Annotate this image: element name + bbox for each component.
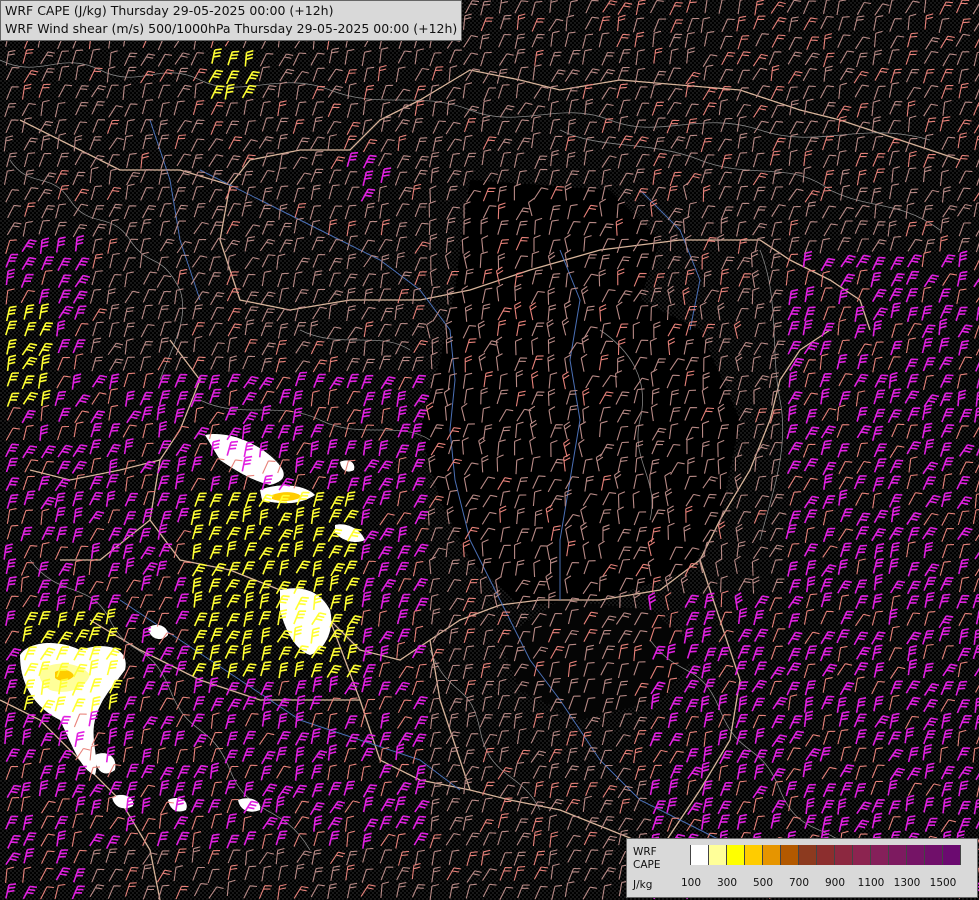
legend-swatch (673, 845, 691, 865)
map-title-box: WRF CAPE (J/kg) Thursday 29-05-2025 00:0… (0, 0, 463, 41)
legend-color-scale (673, 845, 961, 865)
legend-title-model: WRF (633, 846, 657, 858)
legend-unit: J/kg (633, 879, 653, 891)
legend-tick-label: 1300 (893, 877, 921, 889)
legend-swatch (925, 845, 943, 865)
legend-tick-label: 1100 (857, 877, 885, 889)
legend-tick-label: 700 (788, 877, 810, 889)
cape-legend: WRF CAPE J/kg 100 300 500 700 900 1100 1300 150… (626, 838, 978, 898)
legend-tick-label: 1500 (929, 877, 957, 889)
cape-title: WRF CAPE (J/kg) Thursday 29-05-2025 00:0… (5, 3, 334, 18)
shear-title: WRF Wind shear (m/s) 500/1000hPa Thursda… (5, 21, 458, 36)
legend-swatch (889, 845, 907, 865)
legend-swatch (871, 845, 889, 865)
legend-swatch (781, 845, 799, 865)
legend-tick-label: 300 (716, 877, 738, 889)
legend-ticks: 100 300 500 700 900 1100 1300 1500 (673, 877, 973, 891)
legend-swatch (907, 845, 925, 865)
legend-swatch (817, 845, 835, 865)
legend-swatch (799, 845, 817, 865)
legend-swatch (835, 845, 853, 865)
legend-swatch (727, 845, 745, 865)
legend-tick-label: 100 (680, 877, 702, 889)
legend-tick-label: 500 (752, 877, 774, 889)
legend-tick-label: 900 (824, 877, 846, 889)
legend-swatch (853, 845, 871, 865)
weather-map (0, 0, 979, 900)
legend-swatch (745, 845, 763, 865)
legend-swatch (691, 845, 709, 865)
legend-title: WRF CAPE (633, 846, 660, 872)
legend-swatch (709, 845, 727, 865)
legend-swatch (763, 845, 781, 865)
legend-swatch (943, 845, 961, 865)
legend-title-field: CAPE (633, 859, 661, 871)
